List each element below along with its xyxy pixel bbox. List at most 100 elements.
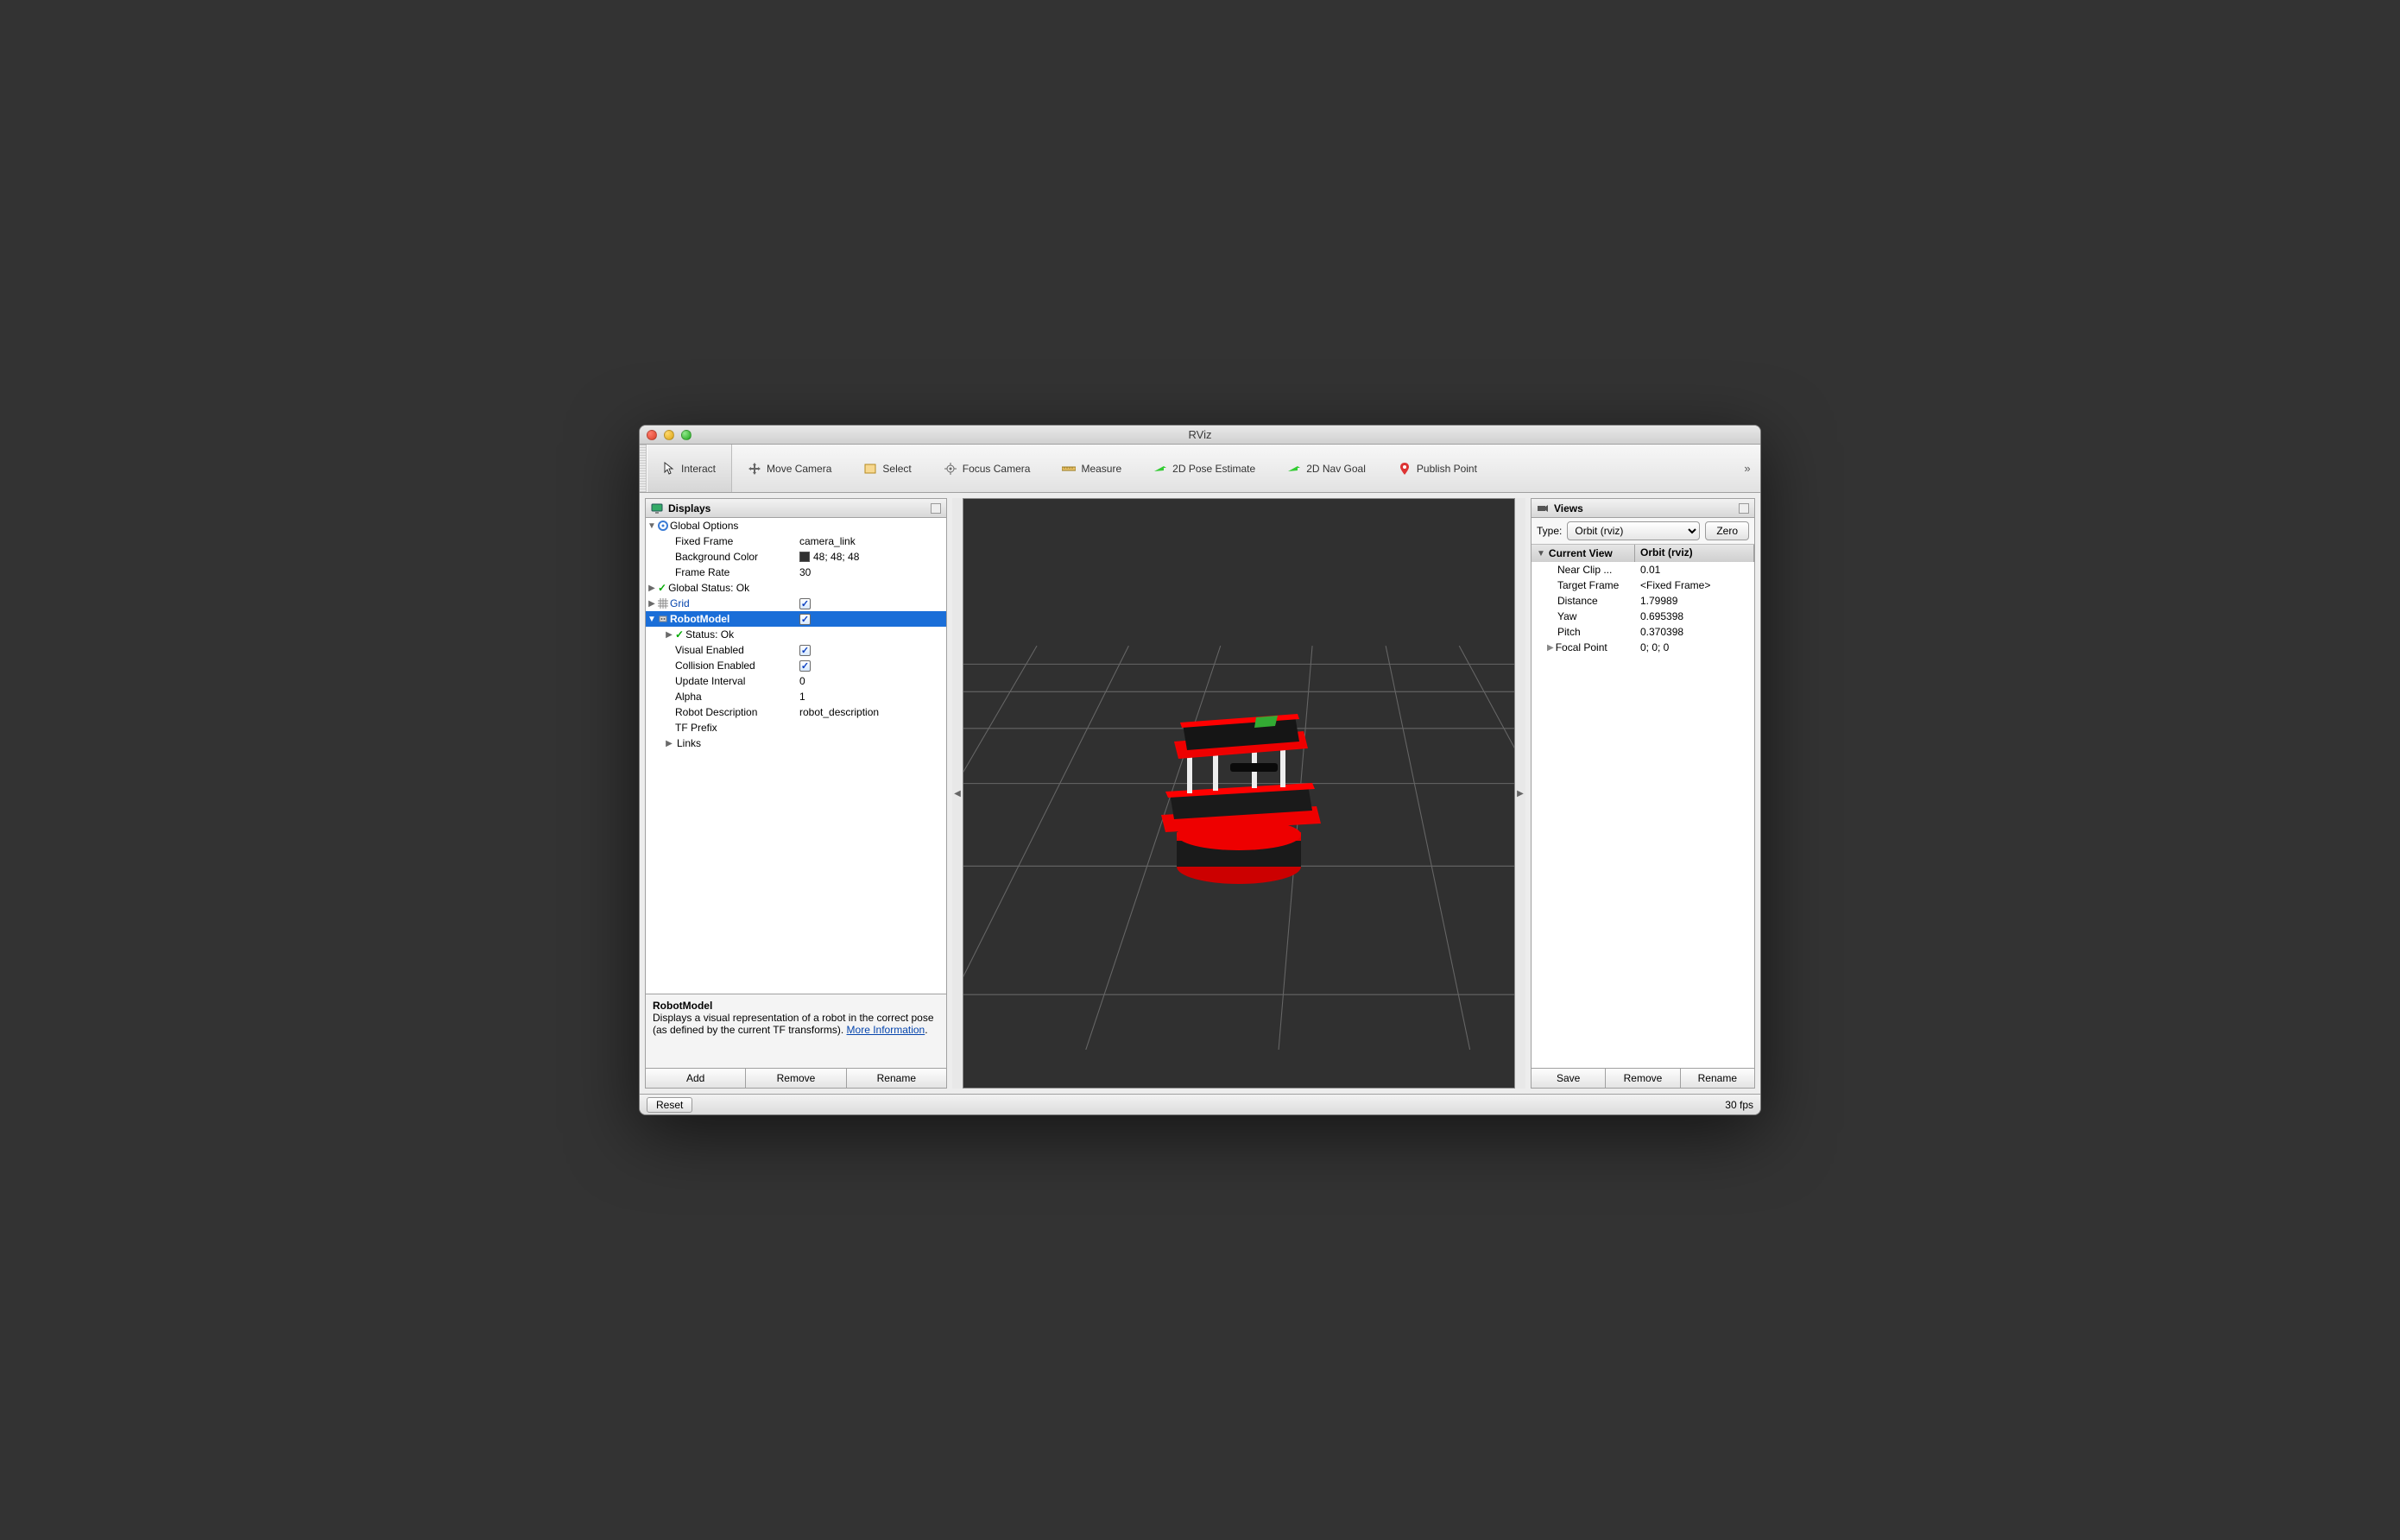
collapse-right[interactable]: ▶ [1515, 498, 1525, 1089]
prop-key: Alpha [675, 691, 702, 703]
save-button[interactable]: Save [1532, 1069, 1606, 1088]
viewport-3d[interactable] [963, 498, 1515, 1089]
tree-item-status[interactable]: ▶✓Status: Ok [646, 627, 946, 642]
prop-key: Target Frame [1557, 579, 1619, 591]
prop-value[interactable]: 0; 0; 0 [1635, 641, 1754, 653]
view-row[interactable]: Yaw0.695398 [1532, 609, 1754, 624]
prop-value[interactable]: 0.01 [1635, 564, 1754, 576]
view-row[interactable]: ▶Focal Point0; 0; 0 [1532, 640, 1754, 655]
tree-item-grid[interactable]: ▶ Grid ✓ [646, 596, 946, 611]
views-tree[interactable]: ▼Current View Orbit (rviz) Near Clip ...… [1532, 545, 1754, 1068]
tree-row[interactable]: Collision Enabled ✓ [646, 658, 946, 673]
tool-2d-nav[interactable]: 2D Nav Goal [1272, 445, 1382, 492]
view-row[interactable]: Target Frame <Fixed Frame> [1532, 578, 1754, 593]
tool-2d-pose[interactable]: 2D Pose Estimate [1138, 445, 1272, 492]
prop-key: Distance [1557, 595, 1598, 607]
type-select[interactable]: Orbit (rviz) [1567, 521, 1700, 540]
displays-header[interactable]: Displays [646, 499, 946, 518]
tree-row[interactable]: Visual Enabled ✓ [646, 642, 946, 658]
pin-icon [1398, 462, 1412, 476]
window-controls [647, 430, 692, 440]
tree-row[interactable]: Frame Rate 30 [646, 565, 946, 580]
window-title: RViz [640, 428, 1760, 441]
robot-model-render [1127, 681, 1351, 906]
desc-title: RobotModel [653, 1000, 712, 1012]
check-icon: ✓ [658, 582, 666, 594]
prop-value[interactable]: 1 [799, 691, 805, 703]
tree-row[interactable]: Robot Description robot_description [646, 704, 946, 720]
zoom-icon[interactable] [681, 430, 692, 440]
tree-item-global-options[interactable]: ▼ Global Options [646, 518, 946, 533]
prop-key: Focal Point [1556, 641, 1607, 653]
add-button[interactable]: Add [646, 1069, 746, 1088]
tool-interact[interactable]: Interact [647, 445, 732, 492]
tool-focus-camera[interactable]: Focus Camera [928, 445, 1047, 492]
prop-value[interactable]: 0.695398 [1635, 610, 1754, 622]
collapse-left[interactable]: ◀ [952, 498, 963, 1089]
zero-button[interactable]: Zero [1705, 521, 1749, 540]
tool-measure[interactable]: Measure [1046, 445, 1138, 492]
prop-key: Pitch [1557, 626, 1581, 638]
views-header[interactable]: Views [1532, 499, 1754, 518]
prop-key: TF Prefix [675, 722, 717, 734]
statusbar: Reset 30 fps [640, 1094, 1760, 1114]
prop-key: Robot Description [675, 706, 757, 718]
prop-key: Near Clip ... [1557, 564, 1612, 576]
prop-value[interactable]: <Fixed Frame> [1635, 579, 1754, 591]
tree-row[interactable]: Fixed Frame camera_link [646, 533, 946, 549]
tree-item-links[interactable]: ▶Links [646, 735, 946, 751]
remove-button[interactable]: Remove [746, 1069, 846, 1088]
tree-item-global-status[interactable]: ▶✓Global Status: Ok [646, 580, 946, 596]
tool-publish-point[interactable]: Publish Point [1382, 445, 1494, 492]
remove-button[interactable]: Remove [1606, 1069, 1680, 1088]
prop-value[interactable]: 30 [799, 566, 811, 578]
tree-row[interactable]: Update Interval 0 [646, 673, 946, 689]
rename-button[interactable]: Rename [1681, 1069, 1754, 1088]
prop-value[interactable]: camera_link [799, 535, 856, 547]
grid-icon [658, 598, 668, 609]
tree-row[interactable]: Background Color 48; 48; 48 [646, 549, 946, 565]
panel-undock-icon[interactable] [931, 503, 941, 514]
prop-value[interactable]: 48; 48; 48 [813, 551, 859, 563]
reset-button[interactable]: Reset [647, 1097, 692, 1113]
views-panel: Views Type: Orbit (rviz) Zero ▼Current V… [1531, 498, 1755, 1089]
view-row[interactable]: Pitch 0.370398 [1532, 624, 1754, 640]
toolbar-overflow[interactable]: » [1734, 445, 1760, 492]
prop-key: Update Interval [675, 675, 745, 687]
tree-label: RobotModel [668, 613, 729, 625]
checkbox[interactable]: ✓ [799, 614, 811, 625]
prop-value[interactable]: robot_description [799, 706, 879, 718]
view-row[interactable]: Near Clip ... 0.01 [1532, 562, 1754, 578]
checkbox[interactable]: ✓ [799, 660, 811, 672]
checkbox[interactable]: ✓ [799, 598, 811, 609]
tree-row[interactable]: Alpha 1 [646, 689, 946, 704]
tree-row[interactable]: TF Prefix [646, 720, 946, 735]
color-swatch-icon[interactable] [799, 552, 810, 562]
main-body: Displays ▼ Global Options Fixed Frame ca… [640, 493, 1760, 1094]
minimize-icon[interactable] [664, 430, 674, 440]
chevron-icon: » [1744, 462, 1750, 475]
checkbox[interactable]: ✓ [799, 645, 811, 656]
tree-item-robotmodel[interactable]: ▼ RobotModel ✓ [646, 611, 946, 627]
tool-move-camera[interactable]: Move Camera [732, 445, 848, 492]
prop-key: Visual Enabled [675, 644, 744, 656]
panel-title: Displays [668, 502, 711, 514]
views-tree-header[interactable]: ▼Current View Orbit (rviz) [1532, 545, 1754, 562]
displays-tree[interactable]: ▼ Global Options Fixed Frame camera_link… [646, 518, 946, 994]
more-info-link[interactable]: More Information [847, 1024, 925, 1036]
tool-label: Interact [681, 463, 716, 475]
monitor-icon [651, 502, 663, 514]
prop-value[interactable]: 1.79989 [1635, 595, 1754, 607]
tool-select[interactable]: Select [848, 445, 927, 492]
rename-button[interactable]: Rename [847, 1069, 946, 1088]
tree-label: Links [675, 737, 701, 749]
view-row[interactable]: Distance 1.79989 [1532, 593, 1754, 609]
prop-value[interactable]: 0 [799, 675, 805, 687]
prop-value[interactable]: 0.370398 [1635, 626, 1754, 638]
prop-key: Collision Enabled [675, 660, 755, 672]
app-window: RViz Interact Move Camera Select Focus C… [639, 425, 1761, 1115]
col-header: Orbit (rviz) [1635, 545, 1754, 562]
panel-undock-icon[interactable] [1739, 503, 1749, 514]
toolbar-grip[interactable] [640, 445, 647, 492]
close-icon[interactable] [647, 430, 657, 440]
